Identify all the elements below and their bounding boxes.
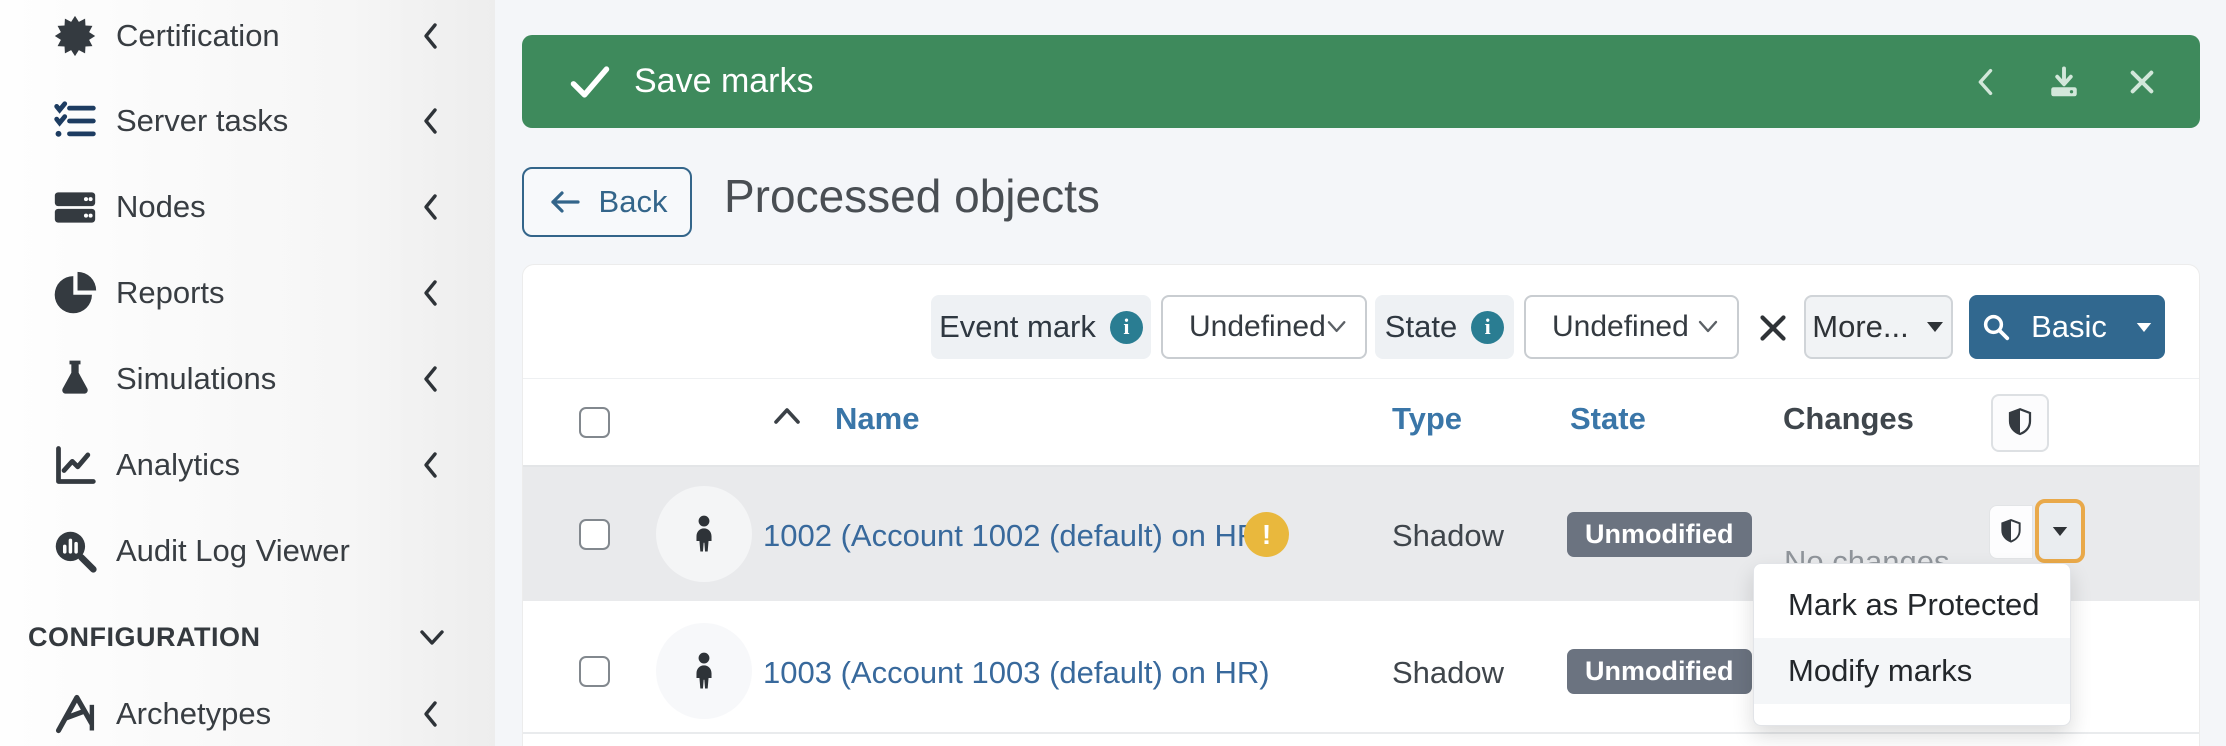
back-button-label: Back <box>599 184 668 220</box>
object-name-link[interactable]: 1003 (Account 1003 (default) on HR) <box>763 655 1270 691</box>
chevron-down-icon <box>1697 319 1719 335</box>
info-icon[interactable]: i <box>1110 311 1143 344</box>
close-icon[interactable] <box>2124 64 2160 100</box>
pie-chart-icon <box>52 270 98 316</box>
banner-actions <box>1968 64 2160 100</box>
chart-line-icon <box>52 442 98 488</box>
arrow-left-icon <box>547 187 583 217</box>
mark-context-menu: Mark as Protected Modify marks <box>1753 563 2071 726</box>
chevron-left-icon <box>419 106 443 136</box>
server-icon <box>52 184 98 230</box>
archetype-icon <box>52 691 98 737</box>
sidebar-item-archetypes[interactable]: Archetypes <box>0 671 495 746</box>
processed-objects-panel: Event mark i Undefined State i Undefined… <box>522 264 2200 746</box>
sidebar-item-label: Simulations <box>116 361 276 397</box>
sidebar-item-label: Reports <box>116 275 225 311</box>
state-select[interactable]: Undefined <box>1524 295 1739 359</box>
menu-item-modify-marks[interactable]: Modify marks <box>1754 638 2070 704</box>
basic-search-button[interactable]: Basic <box>1969 295 2165 359</box>
avatar <box>656 623 752 719</box>
sidebar-item-nodes[interactable]: Nodes <box>0 164 495 250</box>
state-badge: Unmodified <box>1567 649 1752 694</box>
sidebar: Certification Server tasks <box>0 0 495 746</box>
sort-ascending-icon[interactable] <box>771 404 803 433</box>
sidebar-item-label: Audit Log Viewer <box>116 533 350 569</box>
sidebar-section-label: CONFIGURATION <box>28 622 260 653</box>
more-button-label: More... <box>1812 309 1908 345</box>
chevron-left-icon <box>419 192 443 222</box>
row-checkbox[interactable] <box>579 519 610 550</box>
warning-icon[interactable]: ! <box>1244 512 1289 557</box>
caret-down-icon <box>1925 320 1945 334</box>
chevron-down-icon <box>1326 319 1347 335</box>
mark-shield-button[interactable] <box>1989 505 2033 559</box>
state-value: Undefined <box>1552 310 1689 344</box>
column-header-type[interactable]: Type <box>1392 401 1462 437</box>
menu-item-mark-as-protected[interactable]: Mark as Protected <box>1754 572 2070 638</box>
row-checkbox[interactable] <box>579 656 610 687</box>
download-icon[interactable] <box>2046 64 2082 100</box>
main-content: Save marks <box>495 0 2226 746</box>
more-filters-button[interactable]: More... <box>1804 295 1953 359</box>
app-window: Certification Server tasks <box>0 0 2226 746</box>
sidebar-item-label: Archetypes <box>116 696 271 732</box>
sidebar-section-configuration[interactable]: CONFIGURATION <box>0 594 495 680</box>
sidebar-item-analytics[interactable]: Analytics <box>0 422 495 508</box>
audit-search-icon <box>52 528 98 574</box>
chevron-left-icon <box>419 278 443 308</box>
event-mark-select[interactable]: Undefined <box>1161 295 1367 359</box>
clear-filters-icon[interactable] <box>1755 310 1791 346</box>
object-type: Shadow <box>1392 655 1504 691</box>
object-type: Shadow <box>1392 518 1504 554</box>
sidebar-item-simulations[interactable]: Simulations <box>0 336 495 422</box>
object-name-link[interactable]: 1002 (Account 1002 (default) on HR) <box>763 518 1270 554</box>
event-mark-label: Event mark <box>939 309 1096 345</box>
state-label: State <box>1385 309 1457 345</box>
info-icon[interactable]: i <box>1471 311 1504 344</box>
chevron-left-icon <box>419 450 443 480</box>
sidebar-item-label: Nodes <box>116 189 206 225</box>
sidebar-item-label: Server tasks <box>116 103 288 139</box>
caret-down-icon <box>2051 525 2069 538</box>
success-banner: Save marks <box>522 35 2200 128</box>
sidebar-item-reports[interactable]: Reports <box>0 250 495 336</box>
sidebar-item-server-tasks[interactable]: Server tasks <box>0 78 495 164</box>
mark-dropdown-toggle[interactable] <box>2035 499 2085 563</box>
column-header-state[interactable]: State <box>1570 401 1646 437</box>
person-icon <box>683 650 725 692</box>
state-filter-label: State i <box>1375 295 1514 359</box>
sidebar-item-label: Certification <box>116 18 280 54</box>
person-icon <box>683 513 725 555</box>
chevron-down-icon <box>417 622 447 652</box>
sidebar-item-label: Analytics <box>116 447 240 483</box>
banner-message: Save marks <box>634 62 814 101</box>
event-mark-filter-label: Event mark i <box>931 295 1151 359</box>
sidebar-item-certification[interactable]: Certification <box>0 0 495 79</box>
shield-column-button[interactable] <box>1991 394 2049 452</box>
chevron-left-icon <box>419 699 443 729</box>
sidebar-item-audit-log-viewer[interactable]: Audit Log Viewer <box>0 508 495 594</box>
back-button[interactable]: Back <box>522 167 692 237</box>
search-icon <box>1981 312 2011 342</box>
chevron-left-icon[interactable] <box>1968 64 2004 100</box>
page-title: Processed objects <box>724 169 1100 223</box>
select-all-checkbox[interactable] <box>579 407 610 438</box>
column-header-changes: Changes <box>1783 401 1914 437</box>
caret-down-icon <box>2135 321 2153 334</box>
row-divider <box>523 732 2199 734</box>
shield-half-icon <box>1998 517 2024 547</box>
event-mark-value: Undefined <box>1189 310 1326 344</box>
shield-half-icon <box>2005 406 2035 440</box>
check-icon <box>568 60 612 104</box>
chevron-left-icon <box>419 364 443 394</box>
certificate-icon <box>52 13 98 59</box>
column-header-name[interactable]: Name <box>835 401 919 437</box>
state-badge: Unmodified <box>1567 512 1752 557</box>
avatar <box>656 486 752 582</box>
task-list-icon <box>52 98 98 144</box>
table-header: Name Type State Changes <box>523 378 2199 467</box>
flask-icon <box>52 356 98 402</box>
chevron-left-icon <box>419 21 443 51</box>
search-button-label: Basic <box>2031 309 2107 345</box>
